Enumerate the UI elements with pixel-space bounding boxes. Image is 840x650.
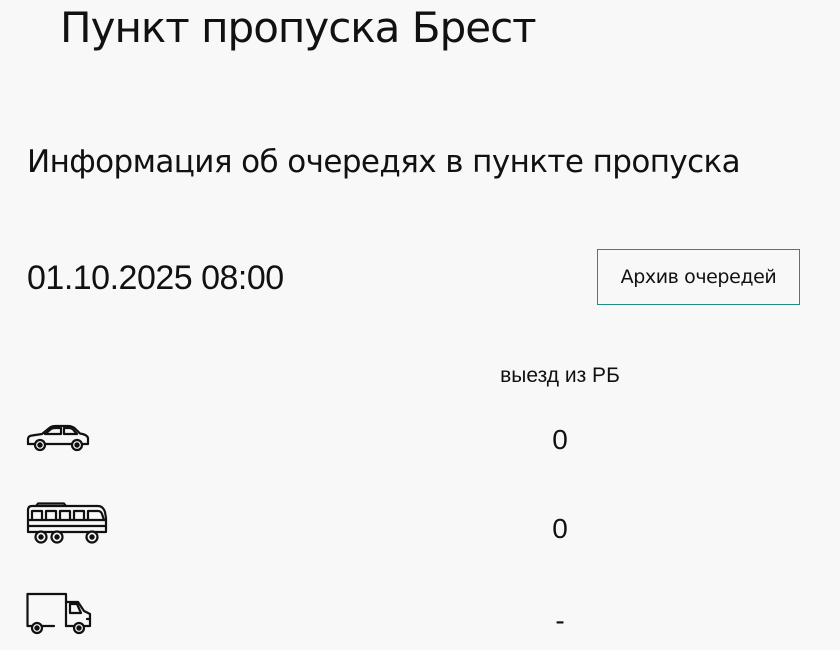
queue-value-truck: - — [555, 605, 565, 636]
queue-value-bus: 0 — [552, 513, 568, 544]
queue-row-truck: - — [0, 590, 840, 640]
bus-icon — [26, 502, 108, 551]
car-icon — [26, 424, 90, 459]
queue-value-car: 0 — [552, 424, 568, 455]
column-header-exit: выезд из РБ — [500, 364, 620, 387]
page: Пункт пропуска Брест Информация об очере… — [0, 0, 840, 650]
archive-button[interactable]: Архив очередей — [597, 249, 800, 305]
page-title: Пункт пропуска Брест — [60, 3, 537, 52]
queue-datetime: 01.10.2025 08:00 — [27, 259, 284, 297]
queue-row-bus: 0 — [0, 500, 840, 550]
queue-row-car: 0 — [0, 420, 840, 460]
truck-icon — [26, 592, 92, 641]
queue-info-heading: Информация об очередях в пункте пропуска — [27, 144, 741, 180]
